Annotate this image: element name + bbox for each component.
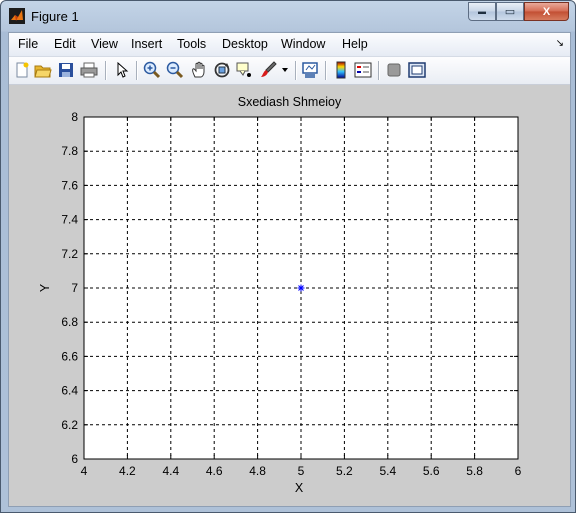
menu-edit[interactable]: Edit bbox=[54, 37, 76, 51]
maximize-button[interactable]: ▭ bbox=[496, 2, 524, 21]
pan-hand-icon[interactable] bbox=[189, 60, 209, 80]
y-tick-label: 6.2 bbox=[61, 418, 78, 432]
menu-bar: File Edit View Insert Tools Desktop Wind… bbox=[9, 33, 570, 57]
y-tick-label: 7 bbox=[71, 281, 78, 295]
menu-insert[interactable]: Insert bbox=[131, 37, 162, 51]
plot-svg: 4 4.2 4.4 4.6 4.8 5 5.2 5.4 5.6 5.8 6 6 6.2 6.4 6.6 6.… bbox=[38, 110, 522, 495]
toolbar-separator bbox=[295, 61, 296, 80]
brush-dropdown-icon[interactable] bbox=[279, 60, 291, 80]
rotate-3d-icon[interactable] bbox=[212, 60, 232, 80]
matlab-icon bbox=[9, 8, 25, 24]
data-cursor-icon[interactable] bbox=[235, 60, 255, 80]
menu-help[interactable]: Help bbox=[342, 37, 368, 51]
x-tick-label: 5.6 bbox=[423, 464, 440, 478]
menu-tools[interactable]: Tools bbox=[177, 37, 206, 51]
insert-colorbar-icon[interactable] bbox=[331, 60, 351, 80]
figure-canvas: Sxediash Shmeioy 4 4.2 4.4 4.6 4.8 5 5.2 5.4 5.6… bbox=[9, 85, 570, 506]
x-tick-label: 4.2 bbox=[119, 464, 136, 478]
data-points bbox=[297, 284, 305, 292]
x-tick-label: 4.4 bbox=[162, 464, 179, 478]
y-tick-label: 7.4 bbox=[61, 213, 78, 227]
new-figure-icon[interactable] bbox=[12, 60, 32, 80]
data-point-star[interactable] bbox=[297, 284, 305, 292]
edit-plot-arrow-icon[interactable] bbox=[112, 60, 132, 80]
y-tick-label: 6.8 bbox=[61, 315, 78, 329]
toolbar-separator bbox=[105, 61, 106, 80]
show-plot-tools-icon[interactable] bbox=[407, 60, 427, 80]
menu-file[interactable]: File bbox=[18, 37, 38, 51]
y-tick-label: 7.6 bbox=[61, 178, 78, 192]
y-tick-label: 7.2 bbox=[61, 247, 78, 261]
link-plot-icon[interactable] bbox=[300, 60, 320, 80]
x-tick-label: 5 bbox=[298, 464, 305, 478]
x-tick-label: 5.2 bbox=[336, 464, 353, 478]
y-axis-label: Y bbox=[38, 283, 52, 292]
x-tick-label: 4 bbox=[81, 464, 88, 478]
window-controls: ▬ ▭ X bbox=[468, 2, 569, 21]
zoom-in-icon[interactable] bbox=[142, 60, 162, 80]
y-tick-labels: 6 6.2 6.4 6.6 6.8 7 7.2 7.4 7.6 7.8 8 bbox=[61, 110, 78, 466]
figure-toolbar bbox=[9, 57, 570, 85]
y-tick-label: 6 bbox=[71, 452, 78, 466]
menu-desktop[interactable]: Desktop bbox=[222, 37, 268, 51]
window-title: Figure 1 bbox=[31, 9, 79, 24]
figure-client-area: File Edit View Insert Tools Desktop Wind… bbox=[8, 32, 571, 507]
print-figure-icon[interactable] bbox=[79, 60, 99, 80]
menu-view[interactable]: View bbox=[91, 37, 118, 51]
toolbar-separator bbox=[325, 61, 326, 80]
x-tick-label: 4.8 bbox=[249, 464, 266, 478]
minimize-icon: ▬ bbox=[478, 7, 486, 16]
menu-window[interactable]: Window bbox=[281, 37, 325, 51]
x-tick-label: 5.4 bbox=[379, 464, 396, 478]
x-tick-label: 6 bbox=[515, 464, 522, 478]
x-axis-label: X bbox=[295, 481, 304, 495]
x-tick-label: 4.6 bbox=[206, 464, 223, 478]
brush-data-icon[interactable] bbox=[259, 60, 279, 80]
x-tick-labels: 4 4.2 4.4 4.6 4.8 5 5.2 5.4 5.6 5.8 6 bbox=[81, 464, 522, 478]
toolbar-separator bbox=[378, 61, 379, 80]
open-file-icon[interactable] bbox=[33, 60, 53, 80]
y-tick-label: 6.4 bbox=[61, 384, 78, 398]
y-tick-label: 8 bbox=[71, 110, 78, 124]
x-tick-label: 5.8 bbox=[466, 464, 483, 478]
toolbar-separator bbox=[136, 61, 137, 80]
close-button[interactable]: X bbox=[524, 2, 569, 21]
hide-plot-tools-icon[interactable] bbox=[384, 60, 404, 80]
figure-window: Figure 1 ▬ ▭ X File Edit View Insert Too… bbox=[0, 0, 576, 513]
insert-legend-icon[interactable] bbox=[353, 60, 373, 80]
title-bar[interactable]: Figure 1 ▬ ▭ X bbox=[1, 1, 575, 32]
zoom-out-icon[interactable] bbox=[165, 60, 185, 80]
close-icon: X bbox=[542, 5, 551, 18]
y-tick-label: 7.8 bbox=[61, 144, 78, 158]
maximize-icon: ▭ bbox=[504, 6, 516, 18]
y-tick-label: 6.6 bbox=[61, 349, 78, 363]
save-figure-icon[interactable] bbox=[56, 60, 76, 80]
dock-arrow-icon[interactable]: ↘ bbox=[556, 38, 564, 49]
minimize-button[interactable]: ▬ bbox=[468, 2, 496, 21]
